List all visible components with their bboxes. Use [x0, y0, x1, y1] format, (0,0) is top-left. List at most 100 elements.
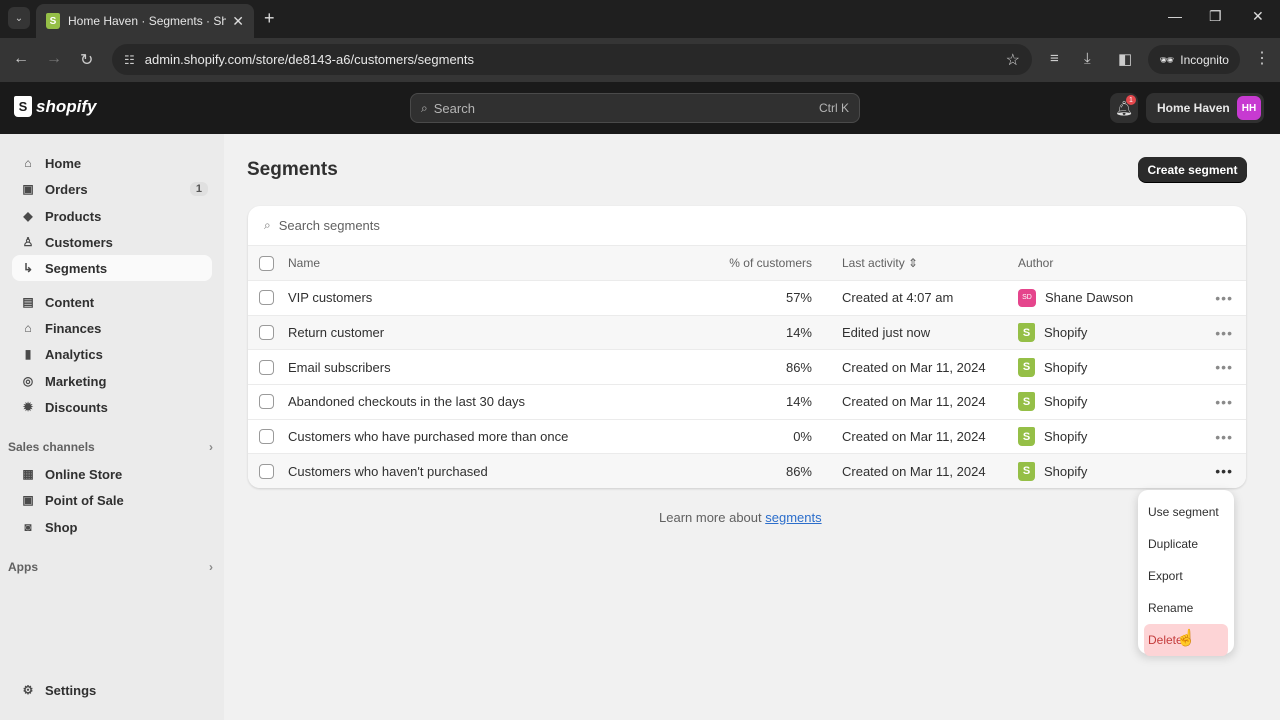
table-row[interactable]: Email subscribers 86% Created on Mar 11, 2…: [248, 350, 1246, 386]
table-row[interactable]: Customers who haven't purchased 86% Create…: [248, 454, 1246, 488]
column-label: Last activity: [842, 256, 905, 270]
sidebar-item-settings[interactable]: ⚙ Settings: [12, 677, 212, 703]
apps-header[interactable]: Apps ›: [8, 560, 213, 574]
bookmark-star-icon[interactable]: ☆: [1006, 50, 1020, 70]
column-pct[interactable]: % of customers: [688, 256, 812, 270]
sales-channels-header[interactable]: Sales channels ›: [8, 440, 213, 454]
browser-menu-icon[interactable]: ⋮: [1254, 48, 1270, 68]
author-name: Shane Dawson: [1045, 290, 1134, 306]
segment-name[interactable]: VIP customers: [288, 290, 688, 305]
sidebar-item-label: Settings: [45, 682, 97, 698]
global-search[interactable]: ⌕ Search Ctrl K: [410, 93, 860, 123]
tag-icon: ◆: [23, 209, 33, 223]
segment-name[interactable]: Abandoned checkouts in the last 30 days: [288, 394, 688, 409]
table-row[interactable]: Return customer 14% Edited just now S Shopif…: [248, 315, 1246, 351]
segment-name[interactable]: Customers who haven't purchased: [288, 464, 688, 479]
row-checkbox[interactable]: [259, 463, 274, 479]
menu-item-rename[interactable]: Rename: [1144, 592, 1228, 624]
author-name: Shopify: [1044, 394, 1088, 410]
segment-name[interactable]: Return customer: [288, 325, 688, 340]
row-checkbox[interactable]: [259, 394, 274, 410]
sidebar-item-segments[interactable]: ↳ Segments: [12, 255, 212, 281]
restore-icon[interactable]: ❐: [1209, 8, 1222, 25]
table-row[interactable]: Customers who have purchased more than o…: [248, 420, 1246, 455]
incognito-indicator[interactable]: 🕶 Incognito: [1148, 45, 1240, 74]
more-actions-icon[interactable]: •••: [1215, 429, 1233, 445]
segment-search-input[interactable]: ⌕ Search segments: [248, 206, 1246, 246]
shopify-logo[interactable]: S shopify: [14, 96, 96, 117]
select-all-checkbox[interactable]: [259, 255, 274, 271]
reload-icon[interactable]: ↻: [80, 50, 93, 70]
new-tab-button[interactable]: +: [264, 8, 275, 29]
segment-name[interactable]: Email subscribers: [288, 360, 688, 375]
more-actions-icon[interactable]: •••: [1215, 359, 1233, 375]
sidebar-item-label: Discounts: [45, 399, 108, 415]
row-checkbox[interactable]: [259, 429, 274, 445]
shopify-bag-icon: S: [1018, 357, 1035, 377]
content-icon: ▤: [22, 295, 34, 309]
segment-name[interactable]: Customers who have purchased more than o…: [288, 429, 688, 444]
sidebar-item-discounts[interactable]: ✹ Discounts: [12, 394, 212, 420]
column-name[interactable]: Name: [288, 256, 688, 270]
menu-item-use-segment[interactable]: Use segment: [1144, 496, 1228, 528]
more-actions-icon[interactable]: •••: [1215, 463, 1233, 479]
menu-item-duplicate[interactable]: Duplicate: [1144, 528, 1228, 560]
sidebar-item-label: Home: [45, 155, 82, 171]
shopify-favicon-icon: S: [46, 13, 60, 29]
address-bar[interactable]: ☷ admin.shopify.com/store/de8143-a6/cust…: [112, 44, 1032, 75]
author-name: Shopify: [1044, 463, 1088, 479]
sidebar-item-finances[interactable]: ⌂ Finances: [12, 315, 212, 341]
sidebar-channel-online-store[interactable]: ▦ Online Store: [12, 461, 212, 487]
row-checkbox[interactable]: [259, 325, 274, 341]
segment-activity: Created on Mar 11, 2024: [842, 359, 986, 375]
forward-icon[interactable]: →: [46, 50, 62, 68]
table-row[interactable]: Abandoned checkouts in the last 30 days 1…: [248, 385, 1246, 420]
sidebar-channel-shop[interactable]: ◙ Shop: [12, 514, 212, 540]
menu-item-export[interactable]: Export: [1144, 560, 1228, 592]
close-tab-icon[interactable]: ✕: [232, 13, 244, 30]
segment-activity: Created on Mar 11, 2024: [842, 429, 986, 445]
browser-tab[interactable]: S Home Haven · Segments · Shop ✕: [36, 4, 254, 38]
sidebar-item-products[interactable]: ◆ Products: [12, 203, 212, 229]
sidebar-item-home[interactable]: ⌂ Home: [12, 150, 212, 176]
media-icon[interactable]: ≡: [1050, 50, 1059, 67]
sidebar-channel-point-of-sale[interactable]: ▣ Point of Sale: [12, 487, 212, 513]
tab-title: Home Haven · Segments · Shop: [68, 14, 227, 28]
row-checkbox[interactable]: [259, 290, 274, 306]
sidebar-item-label: Orders: [45, 181, 88, 197]
sort-icon: ⇕: [908, 256, 919, 270]
segment-author: S Shopify: [1018, 357, 1192, 377]
more-actions-icon[interactable]: •••: [1215, 394, 1233, 410]
segment-pct: 0%: [793, 429, 812, 445]
column-last-activity[interactable]: Last activity ⇕: [812, 256, 1018, 270]
segments-table-card: ⌕ Search segments Name % of customers La…: [248, 206, 1246, 488]
segment-pct: 86%: [785, 463, 812, 479]
table-row[interactable]: VIP customers 57% Created at 4:07 am SD Shan…: [248, 281, 1246, 316]
segment-pct: 57%: [785, 290, 812, 306]
sidebar-item-customers[interactable]: ♙ Customers: [12, 229, 212, 255]
tab-search-button[interactable]: ⌄: [8, 7, 30, 29]
download-icon[interactable]: ⤓: [1084, 50, 1091, 67]
create-segment-button[interactable]: Create segment: [1138, 157, 1247, 182]
sidebar-item-label: Content: [45, 294, 95, 310]
side-panel-icon[interactable]: ◧: [1118, 50, 1132, 68]
bank-icon: ⌂: [24, 321, 32, 335]
sidebar-item-label: Shop: [45, 519, 78, 535]
minimize-icon[interactable]: —: [1168, 8, 1182, 24]
sidebar-item-content[interactable]: ▤ Content: [12, 289, 212, 315]
back-icon[interactable]: ←: [13, 50, 29, 68]
sidebar-item-analytics[interactable]: ▮ Analytics: [12, 341, 212, 367]
row-checkbox[interactable]: [259, 359, 274, 375]
close-window-icon[interactable]: ✕: [1252, 8, 1264, 25]
store-account-menu[interactable]: Home Haven HH: [1146, 93, 1264, 123]
sidebar-item-marketing[interactable]: ◎ Marketing: [12, 368, 212, 394]
notifications-button[interactable]: 🔔︎ 1: [1110, 93, 1138, 123]
page-title: Segments: [247, 159, 338, 180]
more-actions-icon[interactable]: •••: [1215, 325, 1233, 341]
site-settings-icon[interactable]: ☷: [124, 53, 135, 67]
author-name: Shopify: [1044, 325, 1088, 341]
segments-help-link[interactable]: segments: [765, 510, 821, 525]
column-author[interactable]: Author: [1018, 256, 1192, 270]
sidebar-item-orders[interactable]: ▣ Orders 1: [12, 176, 212, 202]
more-actions-icon[interactable]: •••: [1215, 290, 1233, 306]
